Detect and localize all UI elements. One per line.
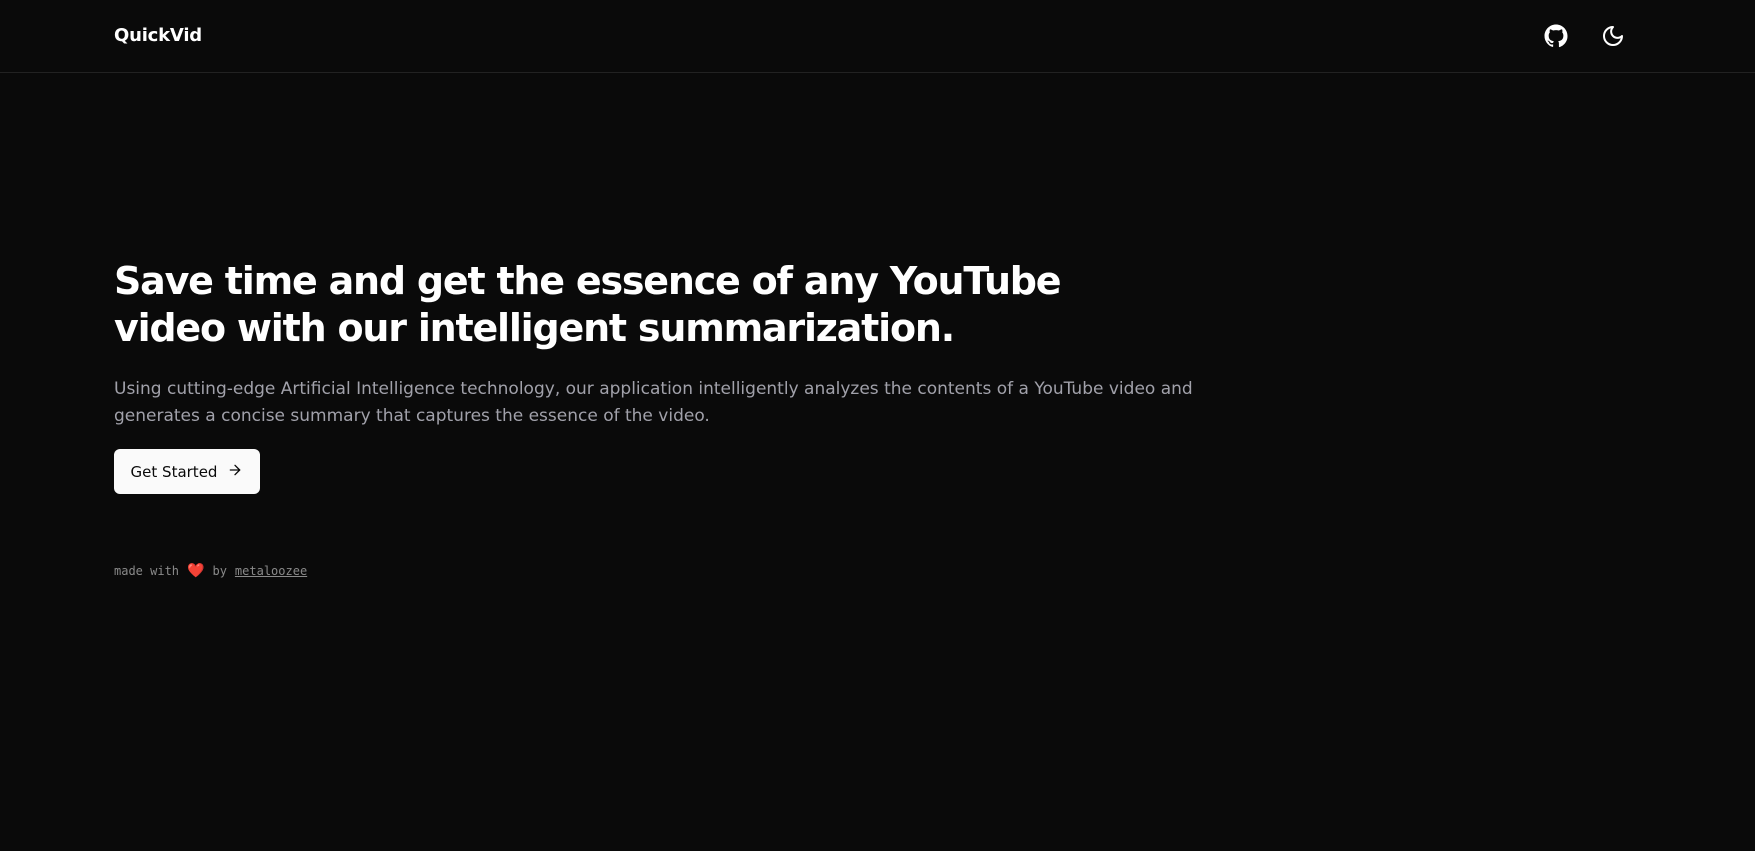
hero-headline: Save time and get the essence of any You…: [114, 259, 1062, 350]
get-started-button[interactable]: Get Started: [114, 449, 260, 494]
github-icon: [1544, 24, 1568, 48]
hero-description: Using cutting-edge Artificial Intelligen…: [114, 379, 1193, 426]
arrow-right-icon: [227, 462, 243, 482]
github-button[interactable]: [1539, 19, 1573, 53]
brand-logo-link[interactable]: QuickVid: [114, 25, 202, 46]
heart-icon: ❤️: [187, 563, 205, 579]
moon-icon: [1601, 24, 1625, 48]
footer-credit: made with ❤️ by metaloozee: [114, 563, 307, 579]
site-header: QuickVid: [0, 0, 1755, 73]
theme-toggle-button[interactable]: [1596, 19, 1630, 53]
footer-prefix: made with: [114, 564, 180, 578]
author-link[interactable]: metaloozee: [235, 564, 307, 578]
get-started-label: Get Started: [130, 462, 218, 481]
footer-by: by: [212, 564, 227, 578]
hero-section: Save time and get the essence of any You…: [114, 258, 1234, 430]
